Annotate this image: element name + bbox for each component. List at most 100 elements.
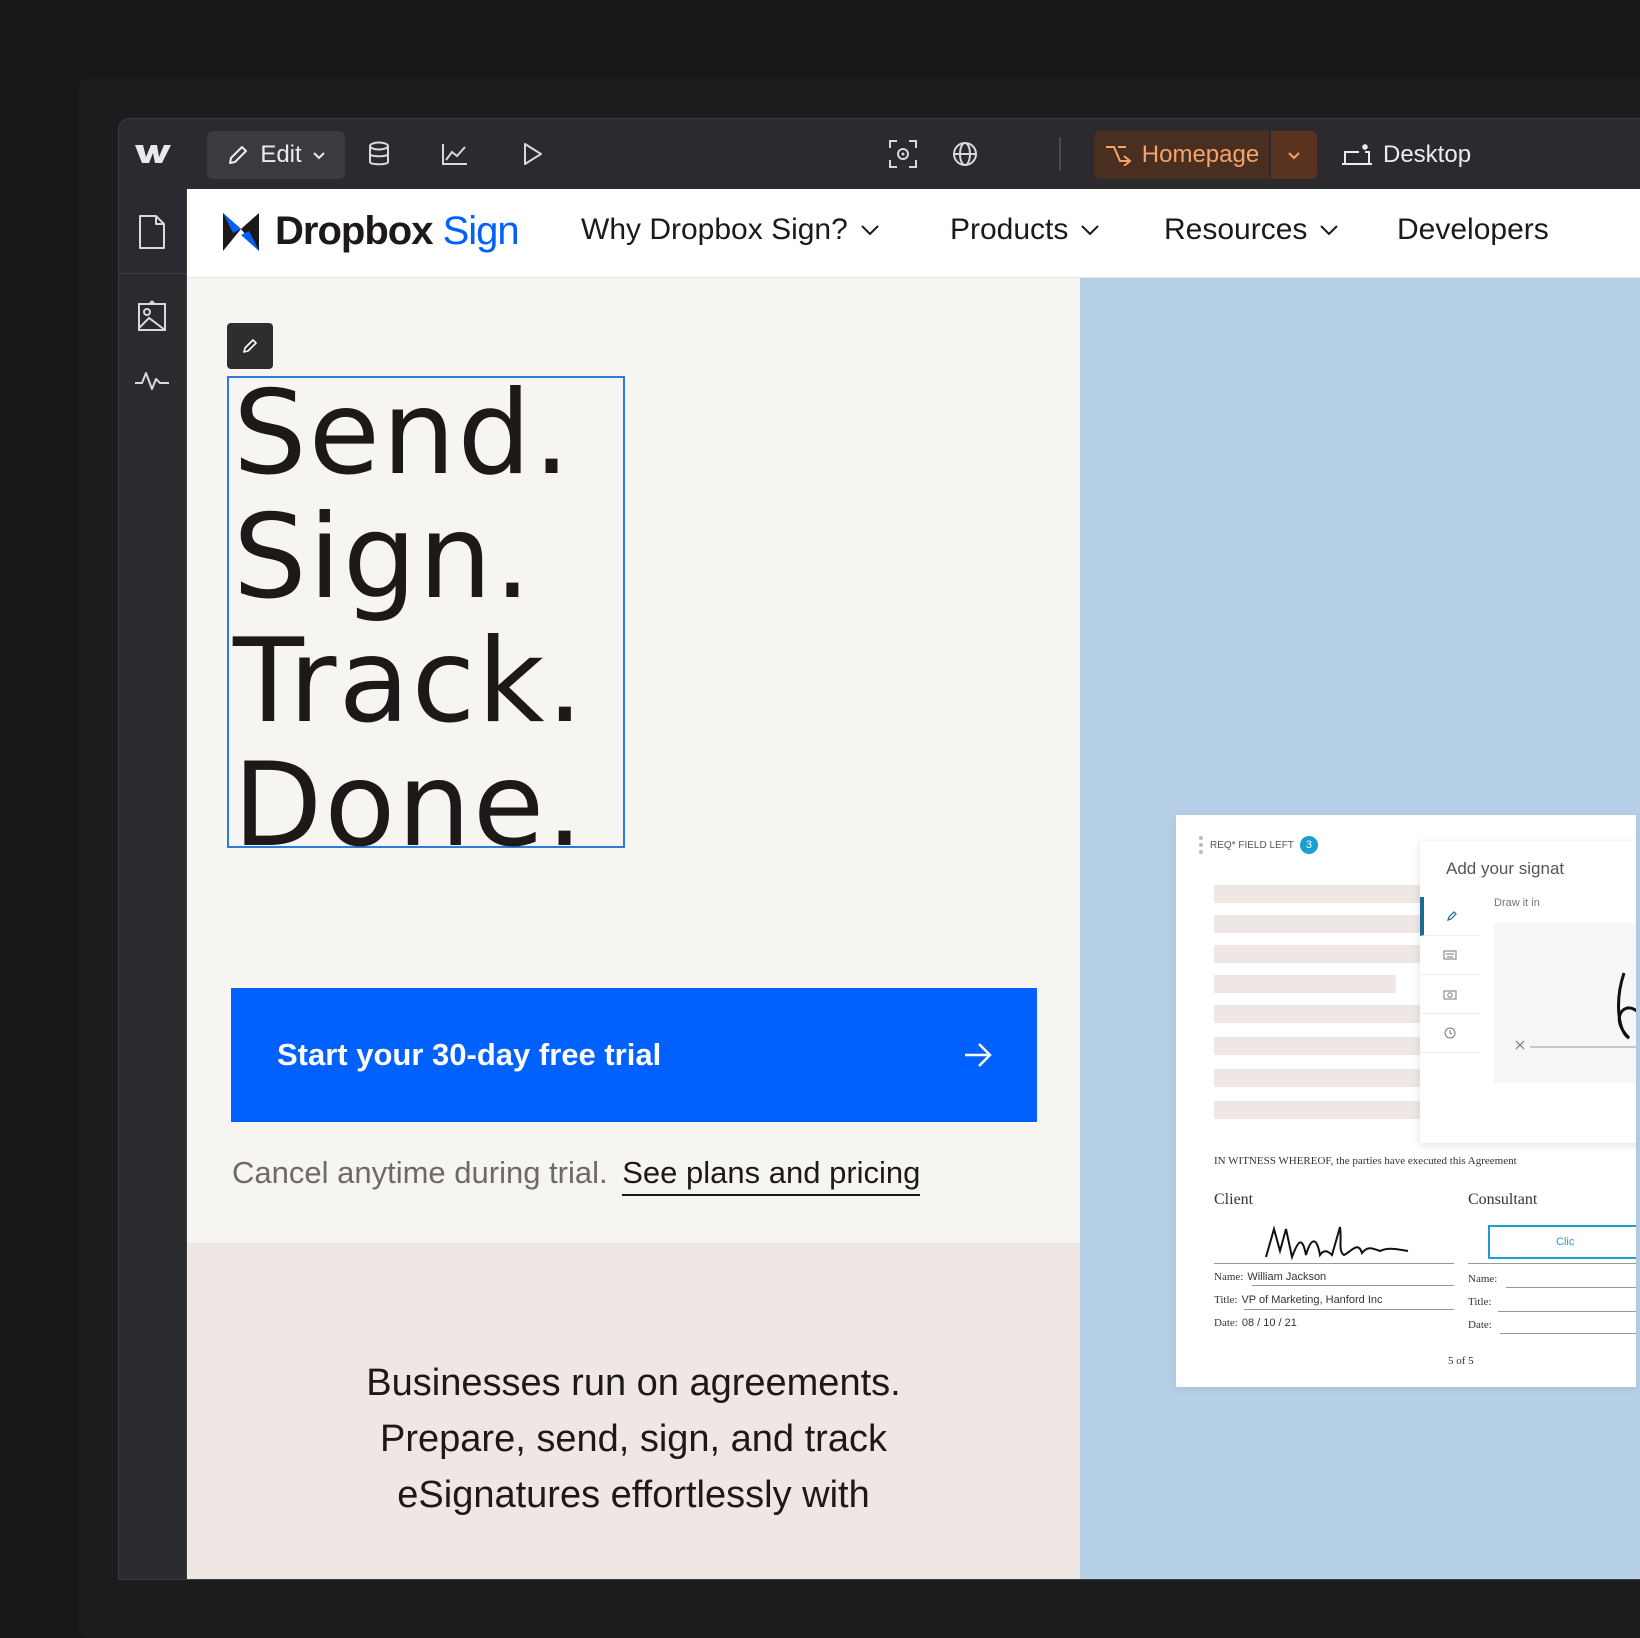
text-placeholder-bar [1214, 945, 1434, 963]
name-value: William Jackson [1247, 1271, 1327, 1283]
nav-item-label: Resources [1164, 213, 1308, 246]
sidebar-divider [119, 273, 186, 274]
pages-icon[interactable] [129, 209, 175, 255]
chevron-down-icon [1081, 225, 1100, 236]
top-toolbar: Edit Homepage Desktop [119, 119, 1640, 190]
nav-item-label: Developers [1397, 213, 1549, 246]
drag-handle-icon [1199, 836, 1203, 854]
title-value: VP of Marketing, Hanford Inc [1241, 1294, 1383, 1306]
chevron-down-icon [1288, 152, 1300, 160]
date-label: Date: [1468, 1319, 1492, 1331]
branch-icon [1105, 146, 1132, 166]
toolbar-divider [1059, 137, 1061, 171]
headline-line: Send. [233, 366, 573, 501]
chevron-down-icon [1320, 225, 1339, 236]
nav-item-label: Products [950, 213, 1069, 246]
text-placeholder-bar [1214, 1101, 1434, 1119]
client-name-field: Name: William Jackson [1214, 1271, 1326, 1283]
draw-label: Draw it in [1494, 897, 1540, 909]
cancel-text: Cancel anytime during trial. [232, 1155, 608, 1190]
nav-item-products[interactable]: Products [950, 213, 1100, 247]
webflow-logo-icon[interactable] [131, 137, 175, 171]
breakpoint-desktop-button[interactable]: Desktop [1341, 131, 1471, 179]
hero-headline[interactable]: Send. Sign. Track. Done. [233, 372, 585, 868]
brand-name: Dropbox [275, 209, 433, 253]
nav-item-label: Why Dropbox Sign? [581, 213, 848, 246]
pricing-link[interactable]: See plans and pricing [622, 1155, 921, 1196]
arrow-right-icon [965, 1043, 992, 1067]
brand-logo[interactable]: Dropbox Sign [221, 209, 520, 254]
edit-mode-button[interactable]: Edit [207, 131, 345, 179]
title-label: Title: [1214, 1294, 1238, 1306]
date-label: Date: [1214, 1317, 1238, 1329]
req-count-badge: 3 [1299, 836, 1318, 854]
text-placeholder-bar [1214, 885, 1434, 903]
title-label: Title: [1468, 1296, 1492, 1308]
client-date-field: Date: 08 / 10 / 21 [1214, 1317, 1297, 1329]
draw-tab-icon [1420, 897, 1480, 936]
page-number: 5 of 5 [1448, 1355, 1474, 1367]
trial-note: Cancel anytime during trial. See plans a… [232, 1155, 921, 1196]
agreement-preview-image: REQ* FIELD LEFT 3 Add your signat Draw i… [1176, 815, 1636, 1387]
nav-item-developers[interactable]: Developers [1397, 213, 1549, 247]
activity-icon[interactable] [129, 357, 175, 403]
chevron-down-icon [861, 225, 879, 236]
headline-line: Sign. [233, 490, 533, 625]
signature-panel-title: Add your signat [1446, 859, 1565, 878]
consultant-date-field: Date: [1468, 1319, 1492, 1331]
required-fields-header: REQ* FIELD LEFT 3 [1198, 835, 1318, 855]
intro-line: Prepare, send, sign, and track [380, 1418, 887, 1460]
consultant-title-field: Title: [1468, 1296, 1491, 1308]
name-label: Name: [1468, 1273, 1498, 1285]
focus-capture-icon[interactable] [883, 134, 923, 174]
desktop-breakpoint-icon [1342, 144, 1372, 165]
nav-item-resources[interactable]: Resources [1164, 213, 1339, 247]
name-line [1252, 1285, 1454, 1286]
consultant-name-field: Name: [1468, 1273, 1497, 1285]
edit-text-tag[interactable] [227, 323, 273, 369]
chevron-down-icon [312, 152, 325, 160]
camera-tab-icon [1420, 975, 1480, 1014]
pencil-icon [229, 146, 248, 164]
globe-icon[interactable] [945, 134, 985, 174]
intro-line: Businesses run on agreements. [366, 1362, 901, 1404]
text-placeholder-bar [1214, 915, 1434, 933]
date-value: 08 / 10 / 21 [1241, 1317, 1297, 1329]
handwritten-signature [1265, 1225, 1409, 1261]
cta-label: Start your 30-day free trial [277, 1037, 662, 1072]
design-canvas: Dropbox Sign Why Dropbox Sign? Products … [187, 189, 1640, 1579]
page-dropdown-button[interactable] [1271, 131, 1317, 179]
headline-line: Done. [233, 738, 586, 873]
headline-line: Track. [233, 614, 586, 749]
nav-item-why[interactable]: Why Dropbox Sign? [581, 213, 880, 247]
req-label: REQ* FIELD LEFT [1210, 839, 1294, 851]
intro-line: eSignatures effortlessly with [397, 1474, 870, 1516]
text-placeholder-bar [1214, 975, 1396, 993]
consultant-heading: Consultant [1468, 1191, 1538, 1208]
title-line [1244, 1309, 1454, 1310]
preview-play-icon[interactable] [513, 134, 553, 174]
name-line [1506, 1287, 1636, 1288]
database-icon[interactable] [359, 134, 399, 174]
start-trial-button[interactable]: Start your 30-day free trial [231, 988, 1037, 1122]
text-placeholder-bar [1214, 1037, 1434, 1055]
brand-sign: Sign [442, 209, 520, 253]
signature-line [1214, 1263, 1454, 1264]
analytics-icon[interactable] [435, 134, 475, 174]
name-label: Name: [1214, 1271, 1244, 1283]
keyboard-tab-icon [1420, 936, 1480, 975]
history-tab-icon [1420, 1014, 1480, 1053]
signature-tabs [1420, 897, 1480, 1053]
site-navbar: Dropbox Sign Why Dropbox Sign? Products … [187, 189, 1640, 278]
click-label: Clic [1556, 1236, 1575, 1248]
assets-image-icon[interactable] [129, 293, 175, 339]
client-title-field: Title: VP of Marketing, Hanford Inc [1214, 1294, 1383, 1306]
client-heading: Client [1214, 1191, 1254, 1208]
homepage-label: Homepage [1141, 141, 1260, 168]
pencil-icon [243, 339, 257, 353]
click-to-sign-field[interactable]: Clic [1488, 1225, 1636, 1259]
homepage-page-button[interactable]: Homepage [1094, 131, 1269, 179]
title-line [1498, 1311, 1636, 1312]
dropbox-sign-logo-icon [223, 212, 259, 251]
designer-window: Edit Homepage Desktop Dropbox Sign Why D… [118, 118, 1640, 1580]
